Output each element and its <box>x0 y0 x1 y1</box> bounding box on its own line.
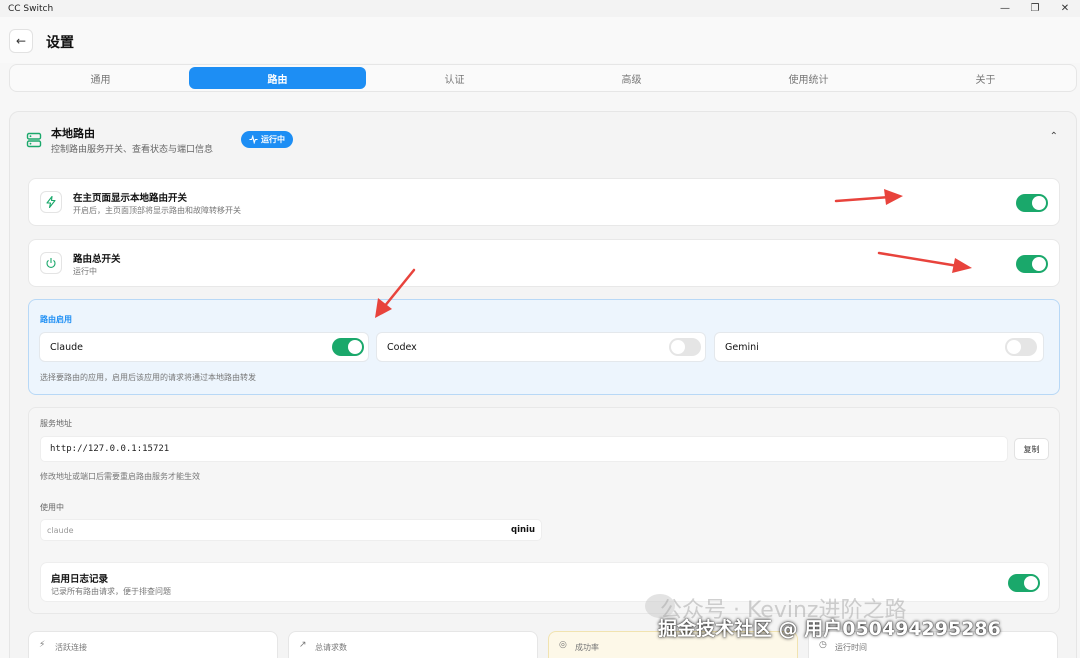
arrow-icon <box>375 268 416 318</box>
arrow-icon <box>834 189 903 205</box>
arrow-icon <box>877 251 972 273</box>
juejin-watermark: 掘金技术社区 @ 用户050494295286 <box>658 618 1001 640</box>
annotation-arrows <box>375 189 972 318</box>
